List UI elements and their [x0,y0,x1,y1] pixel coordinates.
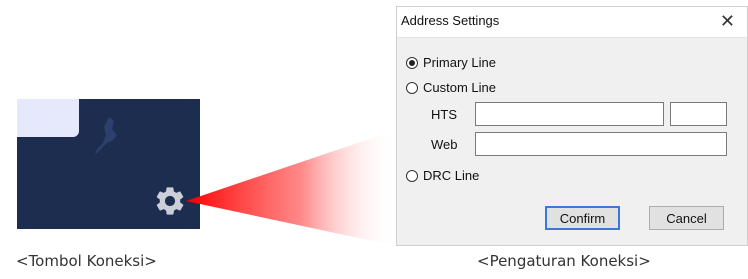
radio-drc-line[interactable]: DRC Line [406,168,479,183]
dialog-body: Primary Line Custom Line HTS Web DRC Lin… [397,37,747,245]
dialog-title: Address Settings [401,13,500,28]
web-address-input[interactable] [475,132,727,156]
radio-button[interactable] [406,56,418,69]
radio-primary-line[interactable]: Primary Line [406,55,496,70]
cancel-button[interactable]: Cancel [649,206,724,230]
radio-label: DRC Line [423,168,480,183]
radio-button[interactable] [406,169,418,182]
connection-button-thumbnail [17,99,200,229]
radio-label: Custom Line [423,80,496,95]
address-settings-dialog: Address Settings ✕ Primary Line Custom L… [396,6,748,246]
hts-address-input[interactable] [475,102,664,126]
radio-label: Primary Line [423,55,496,70]
dialog-titlebar: Address Settings ✕ [397,7,747,37]
web-label: Web [431,137,458,152]
caption-connection-button: <Tombol Koneksi> [16,252,157,270]
caption-connection-settings: <Pengaturan Koneksi> [477,252,651,270]
close-icon[interactable]: ✕ [720,11,735,32]
map-silhouette [95,117,117,155]
light-panel [17,99,79,137]
hts-port-input[interactable] [670,102,727,126]
gear-icon[interactable] [153,184,187,218]
confirm-button[interactable]: Confirm [545,206,620,230]
radio-button[interactable] [406,81,418,94]
hts-label: HTS [431,107,457,122]
radio-custom-line[interactable]: Custom Line [406,80,496,95]
